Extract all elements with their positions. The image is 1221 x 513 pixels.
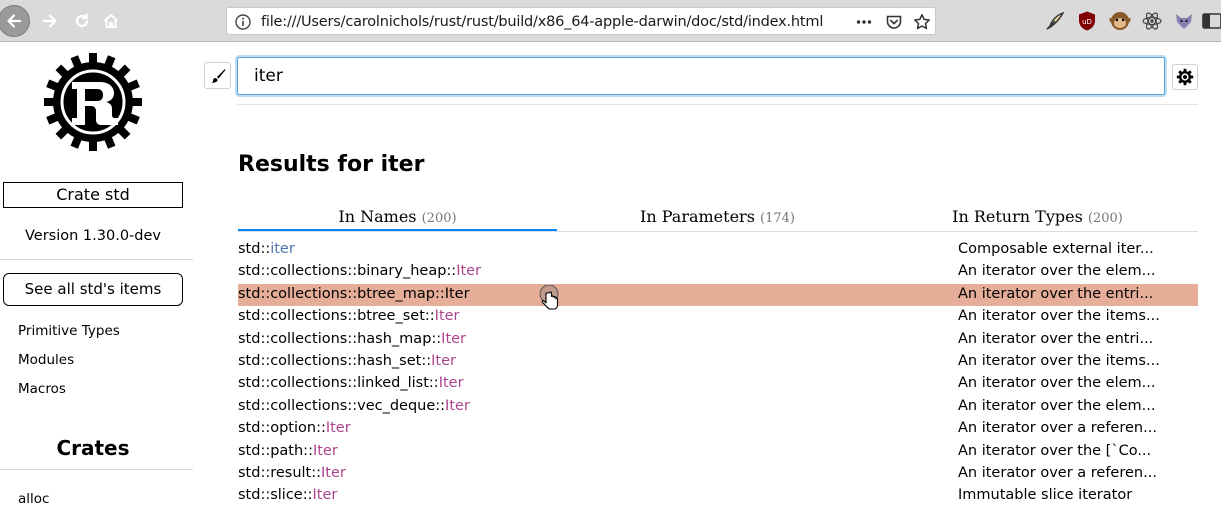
result-row[interactable]: std::slice::Iter Immutable slice iterator	[238, 485, 1198, 507]
sidebar-item-modules[interactable]: Modules	[18, 352, 74, 368]
result-description: An iterator over the items...	[958, 352, 1160, 369]
see-all-items-button[interactable]: See all std's items	[3, 273, 183, 306]
result-name: Iter	[434, 308, 460, 325]
tab-in-parameters[interactable]: In Parameters (174)	[558, 206, 877, 232]
crate-name: Crate std	[3, 182, 183, 208]
result-row[interactable]: std::option::Iter An iterator over a refe…	[238, 418, 1198, 440]
result-path: std::collections::linked_list::Iter	[238, 375, 464, 392]
results-title: Results for iter	[238, 152, 425, 177]
url-text[interactable]: file:///Users/carolnichols/rust/rust/bui…	[261, 14, 823, 30]
result-description: An iterator over a referen...	[958, 420, 1157, 437]
result-description: An iterator over the elem...	[958, 397, 1156, 414]
result-path: std::path::Iter	[238, 442, 338, 459]
feather-icon[interactable]	[1044, 10, 1066, 32]
divider	[0, 469, 193, 470]
pocket-icon[interactable]	[885, 13, 903, 31]
version-label: Version 1.30.0-dev	[25, 228, 161, 244]
tab-label: In Names	[338, 207, 417, 226]
tab-in-return-types[interactable]: In Return Types (200)	[878, 206, 1197, 232]
tab-count: (200)	[421, 211, 457, 226]
back-icon[interactable]	[0, 5, 30, 37]
result-description: Composable external iter...	[958, 241, 1154, 257]
more-icon[interactable]	[855, 13, 873, 31]
result-path: std::collections::vec_deque::Iter	[238, 397, 470, 414]
result-path: std::slice::Iter	[238, 487, 338, 504]
fox-icon[interactable]	[1173, 10, 1195, 32]
result-description: An iterator over a referen...	[958, 464, 1157, 481]
result-row[interactable]: std::collections::binary_heap::Iter An it…	[238, 261, 1198, 283]
rust-logo[interactable]	[42, 51, 144, 153]
result-description: An iterator over the entri...	[958, 285, 1154, 302]
result-description: An iterator over the elem...	[958, 375, 1156, 392]
theme-picker-button[interactable]	[204, 62, 231, 89]
result-name: Iter	[325, 420, 351, 437]
results-tabs: In Names (200) In Parameters (174) In Re…	[238, 206, 1198, 232]
result-name: Iter	[456, 263, 482, 280]
bookmark-star-icon[interactable]	[913, 13, 931, 31]
result-description: An iterator over the entri...	[958, 330, 1154, 347]
result-row[interactable]: std::iter Composable external iter...	[238, 239, 1198, 261]
sidebar: Crate std Version 1.30.0-dev See all std…	[0, 43, 210, 513]
home-icon[interactable]	[95, 5, 127, 37]
result-row[interactable]: std::collections::btree_set::Iter An iter…	[238, 306, 1198, 328]
result-path: std::iter	[238, 241, 295, 257]
result-name: Iter	[312, 487, 338, 504]
info-icon[interactable]	[235, 14, 251, 30]
tab-label: In Parameters	[640, 207, 755, 226]
url-bar[interactable]: file:///Users/carolnichols/rust/rust/bui…	[226, 7, 936, 35]
tab-in-names[interactable]: In Names (200)	[238, 206, 557, 232]
result-description: An iterator over the [`Co...	[958, 442, 1152, 459]
result-name: Iter	[312, 442, 338, 459]
result-path: std::option::Iter	[238, 420, 351, 437]
result-path: std::collections::hash_map::Iter	[238, 330, 467, 347]
result-row[interactable]: std::collections::vec_deque::Iter An iter…	[238, 396, 1198, 418]
sidebar-item-primitive-types[interactable]: Primitive Types	[18, 323, 120, 339]
result-name: Iter	[444, 285, 470, 302]
result-row-selected[interactable]: std::collections::btree_map::Iter An iter…	[238, 283, 1198, 307]
result-row[interactable]: std::collections::hash_set::Iter An itera…	[238, 351, 1198, 373]
result-name: iter	[270, 241, 295, 257]
result-path: std::collections::btree_set::Iter	[238, 308, 460, 325]
result-row[interactable]: std::collections::hash_map::Iter An itera…	[238, 329, 1198, 351]
ublock-icon[interactable]: uD	[1076, 10, 1098, 32]
result-name: Iter	[321, 464, 346, 481]
sidebar-icon[interactable]	[1200, 10, 1221, 32]
browser-toolbar: file:///Users/carolnichols/rust/rust/bui…	[0, 0, 1221, 42]
react-icon[interactable]	[1141, 10, 1163, 32]
results-list: std::iter Composable external iter... std…	[238, 239, 1198, 508]
divider	[237, 104, 1198, 105]
result-name: Iter	[431, 352, 456, 369]
crate-item-alloc[interactable]: alloc	[18, 491, 49, 507]
result-name: Iter	[445, 397, 470, 414]
result-name: Iter	[441, 330, 467, 347]
result-name: Iter	[438, 375, 464, 392]
result-row[interactable]: std::collections::linked_list::Iter An it…	[238, 373, 1198, 395]
settings-button[interactable]	[1172, 64, 1198, 90]
divider	[238, 231, 1198, 232]
tab-count: (200)	[1087, 211, 1123, 226]
result-description: An iterator over the elem...	[958, 263, 1156, 280]
svg-text:uD: uD	[1082, 18, 1092, 26]
result-description: An iterator over the items...	[958, 308, 1160, 325]
result-row[interactable]: std::result::Iter An iterator over a refe…	[238, 463, 1198, 485]
settings-icon	[1176, 68, 1194, 86]
result-path: std::collections::hash_set::Iter	[238, 352, 456, 369]
tab-count: (174)	[760, 211, 795, 226]
brush-icon	[210, 68, 225, 83]
result-path: std::collections::binary_heap::Iter	[238, 263, 482, 280]
divider	[0, 259, 193, 260]
result-row[interactable]: std::path::Iter An iterator over the [`Co…	[238, 441, 1198, 463]
result-path: std::result::Iter	[238, 464, 346, 481]
result-path: std::collections::btree_map::Iter	[238, 285, 470, 302]
result-description: Immutable slice iterator	[958, 487, 1133, 504]
tab-label: In Return Types	[952, 207, 1083, 226]
search-input[interactable]	[237, 57, 1165, 95]
monkey-icon[interactable]	[1109, 10, 1131, 32]
crates-heading: Crates	[56, 436, 130, 460]
forward-icon[interactable]	[34, 5, 66, 37]
sidebar-item-macros[interactable]: Macros	[18, 381, 66, 397]
reload-icon[interactable]	[66, 5, 98, 37]
pointer-cursor-icon	[539, 285, 559, 310]
